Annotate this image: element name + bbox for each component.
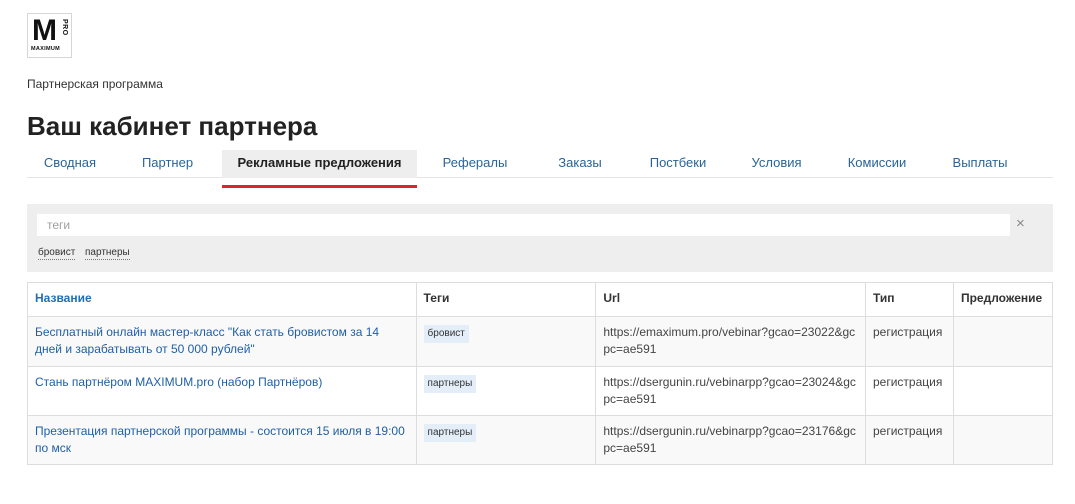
offer-name-cell: Презентация партнерской программы - сост… [27,415,417,465]
offer-type: регистрация [864,316,954,367]
logo-word: MAXIMUM [31,46,60,52]
offer-proposal [952,366,1054,416]
tab-commissions[interactable]: Комиссии [824,150,930,178]
table-row: Стань партнёром MAXIMUM.pro (набор Партн… [27,366,1054,416]
logo-letter: M [32,14,57,47]
page-title: Ваш кабинет партнера [27,111,318,141]
offer-tags-cell: партнеры [415,415,597,465]
tab-postbacks[interactable]: Постбеки [627,150,729,178]
close-icon[interactable]: × [1016,216,1025,232]
tab-summary[interactable]: Сводная [27,150,113,178]
offer-tags-cell: партнеры [415,366,597,416]
offer-url: https://dsergunin.ru/vebinarpp?gcao=2317… [595,415,866,465]
tag-label[interactable]: партнеры [423,375,477,393]
logo-pro: PRO [61,19,68,36]
offer-proposal [952,316,1054,367]
column-header-type: Тип [864,282,954,317]
offer-type: регистрация [864,366,954,416]
tab-orders[interactable]: Заказы [533,150,627,178]
column-header-name[interactable]: Название [27,282,417,317]
offer-url: https://dsergunin.ru/vebinarpp?gcao=2302… [595,366,866,416]
table-row: Презентация партнерской программы - сост… [27,415,1054,465]
table-header-row: Название Теги Url Тип Предложение [27,282,1054,317]
offers-table: Название Теги Url Тип Предложение Беспла… [27,282,1054,465]
tags-input[interactable] [37,214,1010,236]
column-header-tags: Теги [415,282,597,317]
breadcrumb: Партнерская программа [27,77,163,91]
offer-proposal [952,415,1054,465]
tab-payouts[interactable]: Выплаты [930,150,1030,178]
logo[interactable]: M PRO MAXIMUM [27,13,72,58]
offer-link[interactable]: Презентация партнерской программы - сост… [35,424,405,455]
column-header-offer: Предложение [952,282,1054,317]
offer-name-cell: Бесплатный онлайн мастер-класс "Как стат… [27,316,417,367]
offer-name-cell: Стань партнёром MAXIMUM.pro (набор Партн… [27,366,417,416]
tab-terms[interactable]: Условия [729,150,824,178]
tab-partner[interactable]: Партнер [113,150,222,178]
offer-link[interactable]: Стань партнёром MAXIMUM.pro (набор Партн… [35,375,322,389]
tab-ad-offers[interactable]: Рекламные предложения [222,150,417,188]
tag-label[interactable]: партнеры [423,424,477,442]
tag-filter-chip[interactable]: бровист [38,247,76,260]
offer-link[interactable]: Бесплатный онлайн мастер-класс "Как стат… [35,325,379,356]
tab-referrals[interactable]: Рефералы [417,150,533,178]
tag-filter-panel: × бровист партнеры [27,204,1053,272]
offer-url: https://emaximum.pro/vebinar?gcao=23022&… [595,316,866,367]
tag-filter-chip[interactable]: партнеры [85,247,130,260]
column-header-url: Url [595,282,866,317]
tab-bar: Сводная Партнер Рекламные предложения Ре… [27,150,1053,188]
offer-tags-cell: бровист [415,316,597,367]
tag-label[interactable]: бровист [423,325,469,343]
table-row: Бесплатный онлайн мастер-класс "Как стат… [27,316,1054,367]
offer-type: регистрация [864,415,954,465]
